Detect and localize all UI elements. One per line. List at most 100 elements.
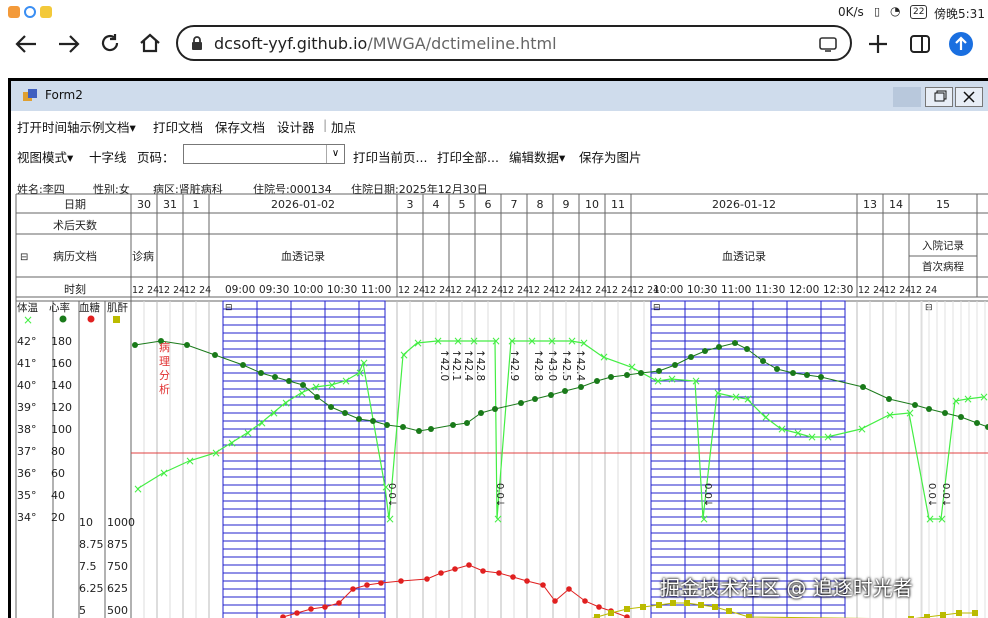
temp-point: × (493, 512, 503, 526)
date-cell: 6 (485, 198, 492, 211)
temp-point: × (699, 512, 709, 526)
pulse-point (272, 374, 278, 380)
pulse-point (450, 422, 456, 428)
temp-tick: 41° (17, 357, 37, 370)
dialysis-time-2: 11:00 (721, 284, 751, 296)
pulse-point (608, 374, 614, 380)
dialysis-time-2: 10:30 (687, 284, 717, 296)
temp-point: × (743, 392, 753, 406)
temp-point: × (823, 430, 833, 444)
time-cell: 12 24 (476, 285, 503, 296)
glucose-point (280, 614, 286, 618)
temp-arrow-label: ↑43.0 (546, 349, 558, 381)
temp-point: × (341, 374, 351, 388)
date-cell: 15 (936, 198, 950, 211)
temp-arrow-label: ↑42.1 (450, 349, 462, 381)
zero-value-label: 0.0↓ (926, 483, 937, 507)
temp-point: × (469, 334, 479, 348)
pulse-point (958, 414, 964, 420)
row-label-records: 病历文档 (53, 249, 97, 263)
pulse-point (656, 368, 662, 374)
temp-tick: 42° (17, 335, 37, 348)
temp-point: × (453, 334, 463, 348)
temp-point: × (905, 406, 915, 420)
date-cell: 5 (459, 198, 466, 211)
new-tab-plus-icon[interactable] (866, 32, 890, 56)
temp-arrow-label: ↑42.4 (574, 349, 586, 381)
record-dialysis-1: 血透记录 (281, 249, 325, 263)
zero-value-label: 0.0↓ (386, 483, 397, 507)
temp-point: × (691, 374, 701, 388)
time-cell: 12 24 (158, 285, 185, 296)
pulse-tick: 140 (51, 379, 72, 392)
temp-arrow-label: ↑42.0 (438, 349, 450, 381)
dialysis-time-1: 09:00 (225, 284, 255, 296)
temp-point: × (185, 454, 195, 468)
creat-point (956, 610, 962, 616)
net-speed: 0K/s (838, 5, 864, 19)
annotation-char: 析 (159, 382, 170, 396)
temp-point: × (807, 430, 817, 444)
time-cell: 12 24 (554, 285, 581, 296)
date-cell: 13 (863, 198, 877, 211)
browser-notification-icon (24, 6, 36, 18)
record-first-course: 首次病程 (922, 260, 964, 273)
creat-point (640, 604, 646, 610)
temp-legend-icon: × (23, 313, 33, 327)
temp-point: × (653, 374, 663, 388)
address-bar[interactable]: dcsoft-yyf.github.io/MWGA/dctimeline.htm… (176, 25, 852, 61)
temp-point: × (885, 408, 895, 422)
timeline-chart[interactable]: 30 31 1 2026-01-02 3 4 5 6 7 8 9 10 11 2026-01-12 13 14… (11, 81, 988, 618)
pulse-point (464, 420, 470, 426)
temp-point: × (777, 422, 787, 436)
lock-icon (192, 36, 202, 50)
temp-point: × (667, 372, 677, 386)
annotation-char: 病 (159, 340, 170, 354)
status-bar: 0K/s ▯ ◔ 22 傍晚5:31 (0, 0, 988, 26)
pulse-point (688, 354, 694, 360)
zero-value-label: 0.0↓ (702, 483, 713, 507)
glucose-point (294, 610, 300, 616)
creat-point (594, 614, 600, 618)
glucose-point (438, 570, 444, 576)
pulse-point (548, 392, 554, 398)
sidebar-icon[interactable] (908, 32, 932, 56)
glucose-axis-title: 血糖 (79, 301, 100, 314)
temp-arrow-label: ↑42.8 (532, 349, 544, 381)
glucose-legend-icon (87, 315, 95, 323)
pulse-point (314, 394, 320, 400)
reader-mode-icon[interactable] (818, 36, 838, 52)
pulse-point (428, 426, 434, 432)
pulse-point (732, 340, 738, 346)
glucose-point (398, 578, 404, 584)
date-cell: 1 (193, 198, 200, 211)
pulse-point (400, 424, 406, 430)
temp-arrow-label: ↑42.8 (474, 349, 486, 381)
creat-point (608, 610, 614, 616)
row-label-postop: 术后天数 (53, 219, 97, 232)
dialysis-time-2: 12:00 (789, 284, 819, 296)
dialysis-time-1: 09:30 (259, 284, 289, 296)
reload-icon[interactable] (98, 31, 122, 55)
pulse-point (416, 428, 422, 434)
download-icon[interactable] (948, 31, 974, 57)
pulse-point (594, 378, 600, 384)
app-window: Form2 打开时间轴示例文档▾ 打印文档 保存文档 设计器 | 加点 视图模式… (8, 78, 988, 618)
glucose-point (524, 578, 530, 584)
zero-value-label: 0.0↓ (940, 483, 951, 507)
date-cell: 4 (433, 198, 440, 211)
pulse-point (258, 370, 264, 376)
time-cell: 12 24 (184, 285, 211, 296)
home-icon[interactable] (138, 31, 162, 55)
pulse-point (624, 372, 630, 378)
creat-point (924, 614, 930, 618)
pulse-point (886, 396, 892, 402)
pulse-point (342, 410, 348, 416)
pulse-point (912, 402, 918, 408)
back-arrow-icon[interactable] (14, 33, 40, 55)
temp-point: × (507, 334, 517, 348)
temp-arrow-label: ↑42.4 (462, 349, 474, 381)
pulse-point (716, 344, 722, 350)
forward-arrow-icon[interactable] (56, 33, 82, 55)
temp-point: × (359, 356, 369, 370)
